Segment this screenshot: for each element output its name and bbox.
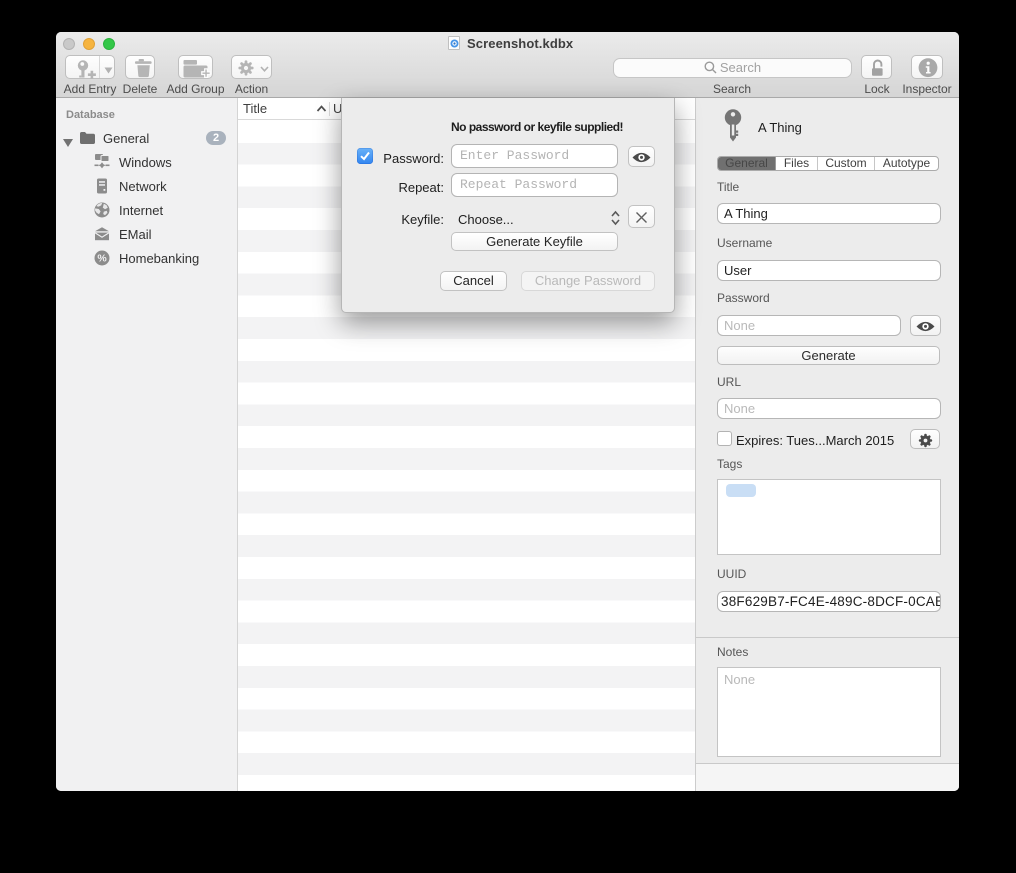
svg-text:%: % (97, 252, 107, 264)
